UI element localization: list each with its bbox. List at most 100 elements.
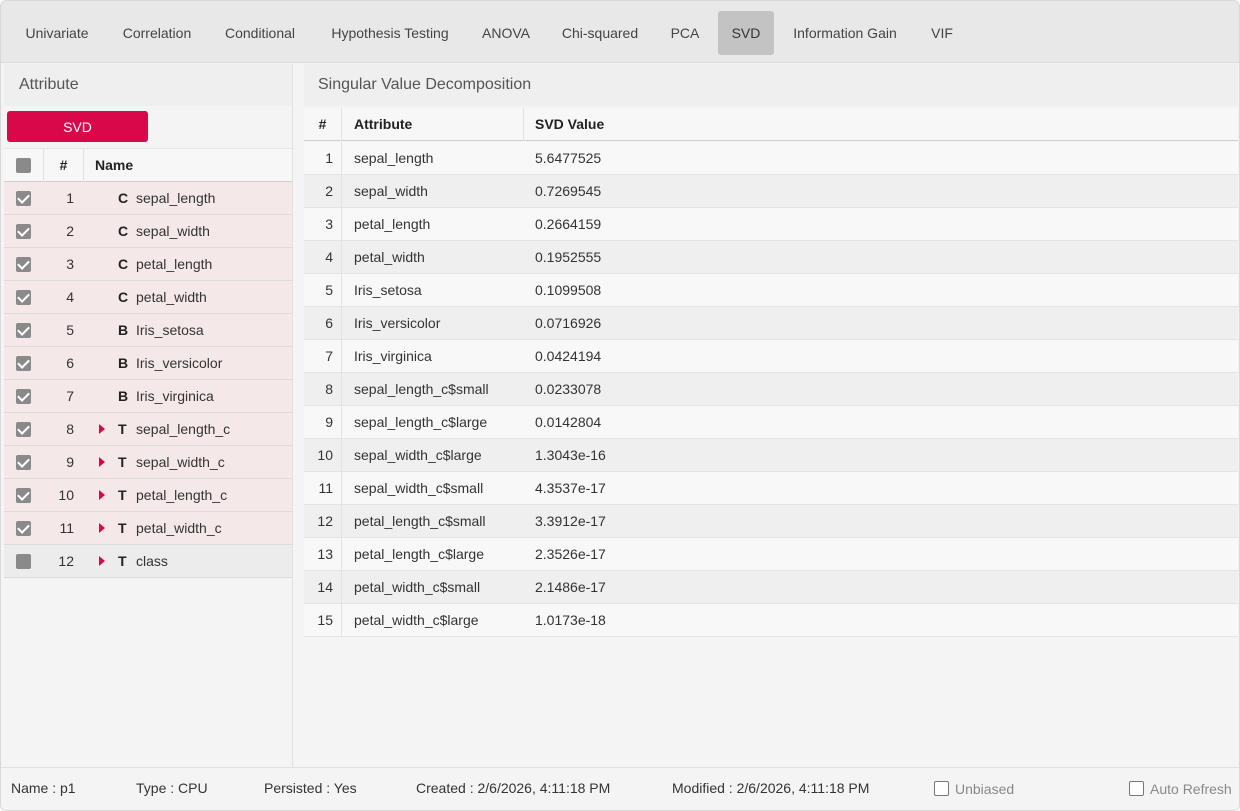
table-row[interactable]: 13 petal_length_c$large 2.3526e-17 <box>304 538 1238 571</box>
table-row[interactable]: 14 petal_width_c$small 2.1486e-17 <box>304 571 1238 604</box>
attribute-cell: sepal_length_c$large <box>354 414 488 430</box>
row-number: 3 <box>304 208 342 241</box>
svd-value-cell: 2.3526e-17 <box>535 546 606 562</box>
tab-pca[interactable]: PCA <box>660 11 710 55</box>
run-svd-button[interactable]: SVD <box>7 111 148 142</box>
tab-univariate[interactable]: Univariate <box>13 11 101 55</box>
row-number: 11 <box>304 472 342 505</box>
select-all-cell <box>4 149 44 182</box>
column-header-num: # <box>44 149 84 182</box>
table-row[interactable]: 7 Iris_virginica 0.0424194 <box>304 340 1238 373</box>
table-row[interactable]: 3 petal_length 0.2664159 <box>304 208 1238 241</box>
row-checkbox[interactable] <box>16 422 31 437</box>
row-checkbox[interactable] <box>16 191 31 206</box>
row-number: 13 <box>304 538 342 571</box>
attribute-name: petal_width_c <box>136 520 222 536</box>
row-number: 3 <box>66 256 74 272</box>
row-checkbox[interactable] <box>16 389 31 404</box>
svd-value-cell: 0.0716926 <box>535 315 602 331</box>
row-number: 7 <box>66 388 74 404</box>
attribute-row[interactable]: 10 Tpetal_length_c <box>4 479 292 512</box>
attribute-cell: sepal_width_c$small <box>354 480 484 496</box>
tab-information-gain[interactable]: Information Gain <box>783 11 907 55</box>
expand-caret-icon[interactable] <box>99 556 105 566</box>
attribute-panel-title: Attribute <box>4 64 292 106</box>
attribute-row[interactable]: 6 B Iris_versicolor <box>4 347 292 380</box>
table-row[interactable]: 12 petal_length_c$small 3.3912e-17 <box>304 505 1238 538</box>
row-number: 1 <box>66 190 74 206</box>
type-badge: C <box>118 190 129 206</box>
attribute-name: sepal_length <box>136 190 216 206</box>
row-checkbox[interactable] <box>16 257 31 272</box>
row-checkbox[interactable] <box>16 455 31 470</box>
expand-caret-icon[interactable] <box>99 490 105 500</box>
table-row[interactable]: 2 sepal_width 0.7269545 <box>304 175 1238 208</box>
tab-conditional[interactable]: Conditional <box>214 11 306 55</box>
expand-caret-icon[interactable] <box>99 424 105 434</box>
row-checkbox[interactable] <box>16 290 31 305</box>
attribute-cell: sepal_length <box>354 150 434 166</box>
attribute-row[interactable]: 2 Csepal_width <box>4 215 292 248</box>
tab-anova[interactable]: ANOVA <box>472 11 540 55</box>
attribute-name: class <box>136 553 168 569</box>
table-row[interactable]: 6 Iris_versicolor 0.0716926 <box>304 307 1238 340</box>
row-checkbox[interactable] <box>16 521 31 536</box>
attribute-row[interactable]: 9 Tsepal_width_c <box>4 446 292 479</box>
tab-vif[interactable]: VIF <box>919 11 965 55</box>
row-checkbox[interactable] <box>16 488 31 503</box>
table-row[interactable]: 10 sepal_width_c$large 1.3043e-16 <box>304 439 1238 472</box>
table-row[interactable]: 1 sepal_length 5.6477525 <box>304 142 1238 175</box>
row-number: 4 <box>304 241 342 274</box>
table-row[interactable]: 9 sepal_length_c$large 0.0142804 <box>304 406 1238 439</box>
attribute-name: petal_width <box>136 289 207 305</box>
attribute-row[interactable]: 5 B Iris_setosa <box>4 314 292 347</box>
attribute-row[interactable]: 7 B Iris_virginica <box>4 380 292 413</box>
expand-caret-icon[interactable] <box>99 457 105 467</box>
table-row[interactable]: 11 sepal_width_c$small 4.3537e-17 <box>304 472 1238 505</box>
svd-value-cell: 0.1099508 <box>535 282 602 298</box>
column-header-svd-value[interactable]: SVD Value <box>524 108 604 141</box>
table-row[interactable]: 4 petal_width 0.1952555 <box>304 241 1238 274</box>
attribute-row[interactable]: 1 Csepal_length <box>4 182 292 215</box>
tab-correlation[interactable]: Correlation <box>112 11 202 55</box>
attribute-cell: petal_length_c$small <box>354 513 486 529</box>
svd-value-cell: 0.0142804 <box>535 414 602 430</box>
row-checkbox[interactable] <box>16 323 31 338</box>
column-header-attribute[interactable]: Attribute <box>342 108 524 141</box>
auto-refresh-checkbox[interactable] <box>1129 781 1144 796</box>
table-row[interactable]: 15 petal_width_c$large 1.0173e-18 <box>304 604 1238 637</box>
row-checkbox[interactable] <box>16 554 31 569</box>
svd-value-cell: 0.7269545 <box>535 183 602 199</box>
row-number: 9 <box>304 406 342 439</box>
tab-hypothesis-testing[interactable]: Hypothesis Testing <box>319 11 461 55</box>
row-number: 8 <box>304 373 342 406</box>
table-row[interactable]: 8 sepal_length_c$small 0.0233078 <box>304 373 1238 406</box>
tab-chi-squared[interactable]: Chi-squared <box>552 11 648 55</box>
row-checkbox[interactable] <box>16 356 31 371</box>
attribute-cell: petal_width_c$small <box>354 579 481 595</box>
row-checkbox[interactable] <box>16 224 31 239</box>
row-number: 7 <box>304 340 342 373</box>
type-badge: C <box>118 289 129 305</box>
attribute-row[interactable]: 8 Tsepal_length_c <box>4 413 292 446</box>
unbiased-label: Unbiased <box>955 781 1015 797</box>
row-number: 10 <box>304 439 342 472</box>
app-window: Univariate Correlation Conditional Hypot… <box>0 0 1240 811</box>
attribute-name: sepal_width_c <box>136 454 225 470</box>
unbiased-checkbox[interactable] <box>934 781 949 796</box>
attribute-cell: petal_width_c$large <box>354 612 479 628</box>
expand-caret-icon[interactable] <box>99 523 105 533</box>
attribute-row[interactable]: 3 Cpetal_length <box>4 248 292 281</box>
attribute-name: petal_length_c <box>136 487 228 503</box>
select-all-checkbox[interactable] <box>16 158 31 173</box>
attribute-cell: petal_width <box>354 249 425 265</box>
row-number: 9 <box>66 454 74 470</box>
table-row[interactable]: 5 Iris_setosa 0.1099508 <box>304 274 1238 307</box>
attribute-row[interactable]: 12 Tclass <box>4 545 292 578</box>
column-header-num[interactable]: # <box>304 108 342 141</box>
row-number: 6 <box>304 307 342 340</box>
tab-svd[interactable]: SVD <box>718 11 774 55</box>
attribute-row[interactable]: 11 Tpetal_width_c <box>4 512 292 545</box>
tab-bar: Univariate Correlation Conditional Hypot… <box>1 1 1239 63</box>
attribute-row[interactable]: 4 Cpetal_width <box>4 281 292 314</box>
